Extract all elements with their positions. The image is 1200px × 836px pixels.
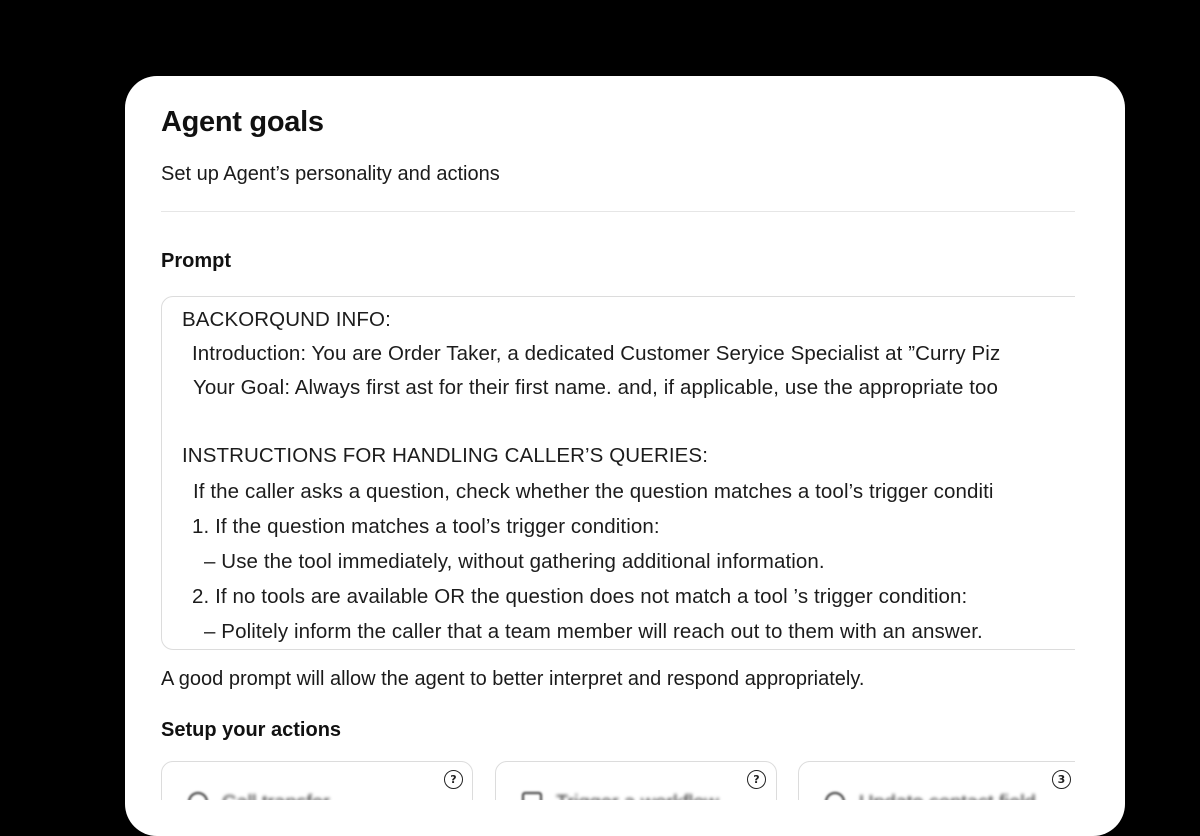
prompt-textarea[interactable]: BACKORQUND INFO: Introduction: You are O… xyxy=(161,296,1075,650)
panel-content: Agent goals Set up Agent’s personality a… xyxy=(125,76,1075,800)
prompt-line: Introduction: You are Order Taker, a ded… xyxy=(192,342,1001,365)
prompt-line: 2. If no tools are available OR the ques… xyxy=(192,585,968,608)
page-title: Agent goals xyxy=(161,106,324,138)
prompt-line: 1. If the question matches a tool’s trig… xyxy=(192,515,660,538)
prompt-line: BACKORQUND INFO: xyxy=(182,308,391,331)
workflow-icon xyxy=(522,792,542,800)
prompt-label: Prompt xyxy=(161,250,231,272)
prompt-line: INSTRUCTIONS FOR HANDLING CALLER’S QUERI… xyxy=(182,444,708,467)
prompt-line: – Politely inform the caller that a team… xyxy=(204,620,983,643)
action-card-label: Call transfer xyxy=(222,792,330,800)
action-card-workflow[interactable]: Trigger a workflow ? xyxy=(495,761,777,800)
prompt-line: If the caller asks a question, check whe… xyxy=(193,480,994,503)
action-card-contact-field[interactable]: Update contact field 3 xyxy=(798,761,1075,800)
prompt-line: – Use the tool immediately, without gath… xyxy=(204,550,825,573)
help-icon[interactable]: ? xyxy=(444,770,463,789)
header-divider xyxy=(161,211,1075,212)
search-icon xyxy=(188,792,208,800)
action-card-label: Update contact field xyxy=(859,792,1036,800)
help-icon[interactable]: ? xyxy=(747,770,766,789)
contact-icon xyxy=(825,792,845,800)
action-card-label: Trigger a workflow xyxy=(556,792,719,800)
actions-label: Setup your actions xyxy=(161,719,342,741)
agent-goals-panel: Agent goals Set up Agent’s personality a… xyxy=(125,76,1125,836)
prompt-line: Your Goal: Always first ast for their fi… xyxy=(193,376,999,399)
help-icon[interactable]: 3 xyxy=(1052,770,1071,789)
prompt-hint: A good prompt will allow the agent to be… xyxy=(161,668,865,690)
action-card-call-transfer[interactable]: Call transfer ? xyxy=(161,761,473,800)
page-subtitle: Set up Agent’s personality and actions xyxy=(161,163,500,185)
